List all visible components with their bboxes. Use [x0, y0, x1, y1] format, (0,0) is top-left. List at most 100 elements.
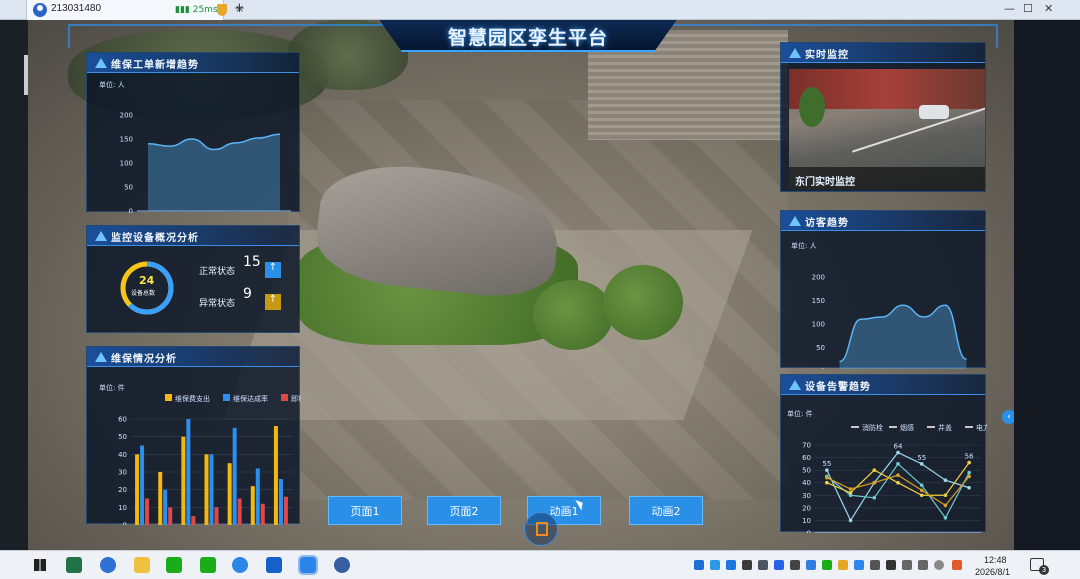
folder-icon[interactable]: [134, 557, 150, 573]
wechat-work-icon[interactable]: [200, 557, 216, 573]
home-icon[interactable]: [524, 512, 558, 546]
data-point: [919, 462, 924, 466]
legend-label: 电力报警: [976, 423, 987, 432]
bar: [237, 498, 242, 525]
tray-icon[interactable]: [822, 560, 832, 570]
bar: [135, 454, 140, 525]
y-tick-label: 50: [802, 467, 811, 475]
sky-app-icon[interactable]: [266, 557, 282, 573]
data-point: [848, 487, 853, 491]
clock-time[interactable]: 12:48: [984, 555, 1007, 565]
data-label: 56: [965, 453, 974, 461]
tray-icon[interactable]: [854, 560, 864, 570]
door-icon: [536, 522, 548, 536]
data-point: [919, 483, 924, 488]
bar: [181, 436, 186, 525]
tray-icon[interactable]: [806, 560, 816, 570]
y-tick-label: 200: [120, 112, 133, 120]
y-tick-label: 10: [118, 504, 127, 512]
device-total: 24: [139, 274, 155, 287]
y-tick-label: 100: [812, 321, 825, 329]
scene-bush: [603, 265, 683, 340]
scene-bush: [533, 280, 613, 350]
maximize-button[interactable]: ☐: [1023, 2, 1033, 15]
tray-icon[interactable]: [710, 560, 720, 570]
os-taskbar: 12:48 2026/8/1 3: [0, 550, 1080, 579]
abnormal-value: 9: [243, 286, 252, 302]
search-app-icon[interactable]: [232, 557, 248, 573]
camera-feed[interactable]: 东门实时监控: [789, 69, 985, 189]
tray-icon[interactable]: [758, 560, 768, 570]
panel-work-orders: 维保工单新增趋势 单位: 人 05010015020003/1903/2003/…: [86, 52, 300, 214]
page1-button[interactable]: 页面1: [328, 496, 402, 525]
active-app-icon[interactable]: [298, 555, 318, 575]
series-line: [826, 474, 970, 507]
close-window-button[interactable]: ✕: [1044, 2, 1053, 15]
bar: [214, 507, 219, 525]
data-label: 55: [822, 460, 831, 468]
panel-monitor-devices: 监控设备概况分析 24 设备总数 正常状态 15 ↑ 异常状态 9 ↑: [86, 225, 300, 333]
panel-live-monitor: 实时监控 东门实时监控: [780, 42, 986, 192]
visitors-chart: 05010015020003/1903/2003/2103/2203/2303/…: [812, 274, 967, 369]
right-margin: [1014, 20, 1080, 550]
windows-start-icon[interactable]: [34, 559, 46, 571]
tray-icon[interactable]: [742, 560, 752, 570]
volume-icon[interactable]: [918, 560, 928, 570]
data-point: [967, 474, 971, 479]
page-title: 智慧园区孪生平台: [447, 27, 608, 49]
edge-app-icon[interactable]: [334, 557, 350, 573]
feed-tree: [799, 87, 825, 127]
panel-alarms: 设备告警趋势 单位: 件 01020304050607003/1903/2003…: [780, 374, 987, 534]
bar: [204, 454, 209, 525]
browser-tab[interactable]: 213031480 ▮▮▮ 25ms ×: [26, 0, 244, 20]
wechat-icon[interactable]: [166, 557, 182, 573]
minimize-button[interactable]: —: [1004, 2, 1015, 15]
camera-caption: 东门实时监控: [795, 177, 855, 188]
y-tick-label: 50: [118, 433, 127, 441]
tray-icon[interactable]: [870, 560, 880, 570]
anim2-button[interactable]: 动画2: [629, 496, 703, 525]
data-point: [943, 516, 948, 520]
tray-icon[interactable]: [774, 560, 784, 570]
bar: [158, 472, 163, 525]
data-point: [919, 488, 924, 493]
wifi-icon[interactable]: [902, 560, 912, 570]
y-tick-label: 0: [129, 208, 133, 214]
new-tab-button[interactable]: +: [234, 1, 245, 16]
bar: [232, 427, 237, 525]
tray-icon[interactable]: [886, 560, 896, 570]
tray-icon[interactable]: [838, 560, 848, 570]
panel-header: 监控设备概况分析: [87, 226, 299, 246]
normal-up-icon: ↑: [265, 262, 281, 278]
panel-maintenance: 维保情况分析 单位: 件 010203040506003/1903/2003/2…: [86, 346, 301, 525]
browser-app-icon[interactable]: [100, 557, 116, 573]
bar: [140, 445, 145, 525]
close-circle-icon[interactable]: [934, 560, 944, 570]
twin-viewport[interactable]: 智慧园区孪生平台 维保工单新增趋势 单位: 人 05010015020003/1…: [28, 20, 1014, 550]
data-point: [848, 518, 853, 523]
data-point: [967, 460, 971, 465]
y-tick-label: 30: [118, 469, 127, 477]
clock-date[interactable]: 2026/8/1: [975, 567, 1010, 577]
bar: [278, 479, 283, 525]
tray-icon[interactable]: [694, 560, 704, 570]
latency-indicator: ▮▮▮ 25ms: [175, 5, 218, 15]
y-tick-label: 20: [802, 504, 811, 512]
data-label: 64: [894, 443, 903, 451]
bar: [283, 496, 288, 525]
browser-tab-bar: 213031480 ▮▮▮ 25ms × + — ☐ ✕: [0, 0, 1080, 20]
page2-button[interactable]: 页面2: [427, 496, 501, 525]
notification-icon[interactable]: 3: [1030, 558, 1049, 575]
collapse-panel-icon[interactable]: ‹: [1002, 410, 1014, 424]
shield-icon: [217, 4, 227, 16]
project-app-icon[interactable]: [66, 557, 82, 573]
maintenance-chart: 010203040506003/1903/2003/2103/2203/2303…: [118, 394, 301, 525]
header-triangle-icon: [789, 48, 801, 58]
tray-icon[interactable]: [726, 560, 736, 570]
y-tick-label: 0: [807, 530, 811, 534]
tray-icon[interactable]: [790, 560, 800, 570]
alarms-chart: 01020304050607003/1903/2003/2103/2203/23…: [802, 423, 987, 534]
y-tick-label: 150: [812, 297, 825, 305]
legend-label: 消防栓: [862, 423, 883, 432]
tray-icon[interactable]: [952, 560, 962, 570]
